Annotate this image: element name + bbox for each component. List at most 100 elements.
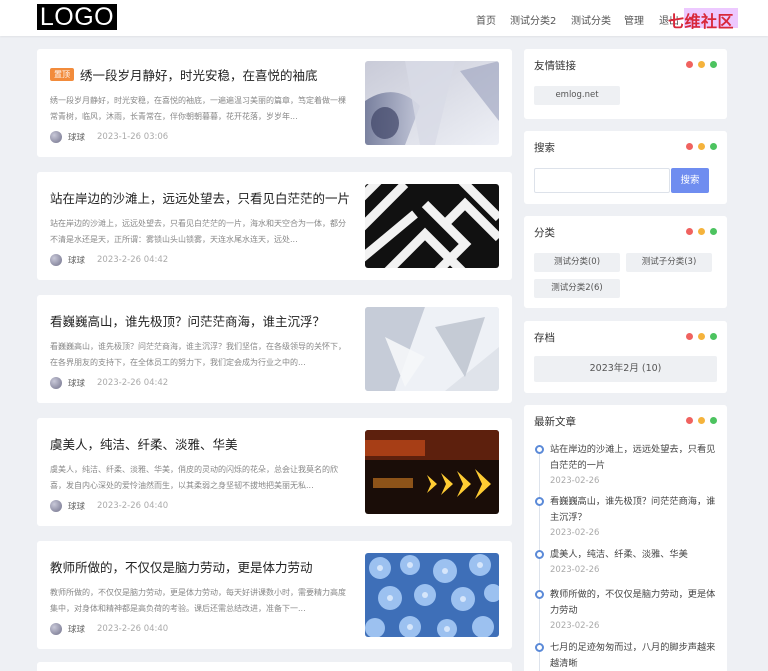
post-card[interactable] (37, 662, 512, 671)
window-dots (681, 333, 717, 340)
green-dot (710, 228, 717, 235)
post-excerpt: 站在岸边的沙滩上，远远处望去，只看见白茫茫的一片，海水和天空合为一体，都分不清是… (50, 219, 346, 244)
post-excerpt: 看巍巍高山，谁先极顶？问茫茫商海，谁主沉浮？我们坚信，在各级领导的关怀下，在各界… (50, 342, 346, 367)
widget-title: 最新文章 (534, 416, 576, 428)
author-avatar (50, 377, 62, 389)
red-dot (686, 228, 693, 235)
widget-title: 友情链接 (534, 60, 576, 72)
post-title-text[interactable]: 绣一段岁月静好，时光安稳，在喜悦的袖底 (80, 65, 318, 84)
abstract-glass-image (365, 61, 499, 145)
red-dot (686, 333, 693, 340)
watermark-text: 七维社区 (668, 12, 735, 31)
post-title[interactable]: 看巍巍高山，谁先极顶？问茫茫商海，谁主沉浮？ (50, 311, 350, 330)
post-date: 2023-1-26 03:06 (97, 132, 169, 142)
timeline-dot (535, 445, 544, 454)
recent-post-title[interactable]: 教师所做的，不仅仅是脑力劳动，更是体力劳动 (550, 587, 718, 619)
post-meta: 球球 2023-2-26 04:40 (50, 623, 168, 635)
post-author[interactable]: 球球 (68, 500, 85, 512)
post-author[interactable]: 球球 (68, 254, 85, 266)
red-dot (686, 143, 693, 150)
post-meta: 球球 2023-2-26 04:40 (50, 500, 168, 512)
post-title-text[interactable]: 虞美人，纯洁、纤柔、淡雅、华美 (50, 434, 238, 453)
window-dots (681, 143, 717, 150)
red-dot (686, 61, 693, 68)
archive-widget: 存档 2023年2月 (10) (524, 321, 727, 393)
widget-title: 搜索 (534, 142, 555, 154)
post-author[interactable]: 球球 (68, 623, 85, 635)
post-date: 2023-2-26 04:40 (97, 624, 169, 634)
post-card[interactable]: 虞美人，纯洁、纤柔、淡雅、华美 虞美人，纯洁、纤柔、淡雅、华美，俏皮的灵动的闪烁… (37, 418, 512, 526)
post-thumbnail[interactable] (365, 430, 499, 514)
site-logo[interactable]: LOGO (37, 4, 117, 30)
archive-item[interactable]: 2023年2月 (10) (534, 356, 717, 382)
search-button[interactable]: 搜索 (671, 168, 709, 193)
recent-post-date: 2023-02-26 (550, 565, 600, 575)
post-meta: 球球 2023-1-26 03:06 (50, 131, 168, 143)
post-card[interactable]: 看巍巍高山，谁先极顶？问茫茫商海，谁主沉浮？ 看巍巍高山，谁先极顶？问茫茫商海，… (37, 295, 512, 403)
recent-post-title[interactable]: 看巍巍高山，谁先极顶？问茫茫商海，谁主沉浮？ (550, 494, 718, 526)
category-tag[interactable]: 测试分类2(6) (534, 279, 620, 298)
search-widget: 搜索 搜索 (524, 131, 727, 204)
categories-widget: 分类 测试分类(0) 测试子分类(3) 测试分类2(6) (524, 216, 727, 308)
recent-post-date: 2023-02-26 (550, 528, 600, 538)
post-card[interactable]: 置顶 绣一段岁月静好，时光安稳，在喜悦的袖底 绣一段岁月静好，时光安稳，在喜悦的… (37, 49, 512, 157)
yellow-dot (698, 228, 705, 235)
recent-post-title[interactable]: 站在岸边的沙滩上，远远处望去，只看见白茫茫的一片 (550, 442, 718, 474)
yellow-dot (698, 61, 705, 68)
author-avatar (50, 623, 62, 635)
recent-post-title[interactable]: 虞美人，纯洁、纤柔、淡雅、华美 (550, 547, 718, 563)
category-tag[interactable]: 测试分类(0) (534, 253, 620, 272)
post-date: 2023-2-26 04:42 (97, 255, 169, 265)
green-dot (710, 333, 717, 340)
friend-link[interactable]: emlog.net (534, 86, 620, 105)
recent-post-date: 2023-02-26 (550, 621, 600, 631)
author-avatar (50, 500, 62, 512)
sticky-badge: 置顶 (50, 68, 74, 81)
author-avatar (50, 254, 62, 266)
post-title[interactable]: 置顶 绣一段岁月静好，时光安稳，在喜悦的袖底 (50, 65, 350, 84)
nav-admin[interactable]: 管理 (624, 12, 644, 27)
post-title-text[interactable]: 看巍巍高山，谁先极顶？问茫茫商海，谁主沉浮？ (50, 311, 325, 330)
green-dot (710, 143, 717, 150)
nav-home[interactable]: 首页 (476, 12, 496, 27)
post-card[interactable]: 站在岸边的沙滩上，远远处望去，只看见白茫茫的一片 站在岸边的沙滩上，远远处望去，… (37, 172, 512, 280)
post-title[interactable]: 站在岸边的沙滩上，远远处望去，只看见白茫茫的一片 (50, 188, 350, 207)
post-excerpt: 教师所做的，不仅仅是脑力劳动，更是体力劳动，每天好讲课数小时，需要精力高度集中，… (50, 588, 346, 613)
post-author[interactable]: 球球 (68, 131, 85, 143)
nav-test-category[interactable]: 测试分类 (571, 12, 611, 27)
post-meta: 球球 2023-2-26 04:42 (50, 254, 168, 266)
post-title[interactable]: 教师所做的，不仅仅是脑力劳动，更是体力劳动 (50, 557, 350, 576)
post-title-text[interactable]: 站在岸边的沙滩上，远远处望去，只看见白茫茫的一片 (50, 188, 350, 207)
post-thumbnail[interactable] (365, 553, 499, 637)
category-tag[interactable]: 测试子分类(3) (626, 253, 712, 272)
window-dots (681, 417, 717, 424)
geometric-planes-image (365, 307, 499, 391)
widget-title: 分类 (534, 227, 555, 239)
window-dots (681, 228, 717, 235)
post-card[interactable]: 教师所做的，不仅仅是脑力劳动，更是体力劳动 教师所做的，不仅仅是脑力劳动，更是体… (37, 541, 512, 649)
green-dot (710, 417, 717, 424)
post-author[interactable]: 球球 (68, 377, 85, 389)
green-dot (710, 61, 717, 68)
chevron-stripes-image (365, 184, 499, 268)
post-thumbnail[interactable] (365, 61, 499, 145)
post-date: 2023-2-26 04:42 (97, 378, 169, 388)
post-meta: 球球 2023-2-26 04:42 (50, 377, 168, 389)
yellow-dot (698, 417, 705, 424)
recent-posts-widget: 最新文章 站在岸边的沙滩上，远远处望去，只看见白茫茫的一片 2023-02-26… (524, 405, 727, 671)
post-thumbnail[interactable] (365, 184, 499, 268)
led-arrows-image (365, 430, 499, 514)
timeline-dot (535, 590, 544, 599)
post-title-text[interactable]: 教师所做的，不仅仅是脑力劳动，更是体力劳动 (50, 557, 313, 576)
nav-test-category-2[interactable]: 测试分类2 (510, 12, 556, 27)
yellow-dot (698, 143, 705, 150)
yellow-dot (698, 333, 705, 340)
post-date: 2023-2-26 04:40 (97, 501, 169, 511)
recent-post-title[interactable]: 七月的足迹匆匆而过，八月的脚步声越来越清晰 (550, 640, 718, 671)
author-avatar (50, 131, 62, 143)
timeline-dot (535, 497, 544, 506)
search-input[interactable] (534, 168, 670, 193)
post-title[interactable]: 虞美人，纯洁、纤柔、淡雅、华美 (50, 434, 350, 453)
widget-title: 存档 (534, 332, 555, 344)
post-thumbnail[interactable] (365, 307, 499, 391)
